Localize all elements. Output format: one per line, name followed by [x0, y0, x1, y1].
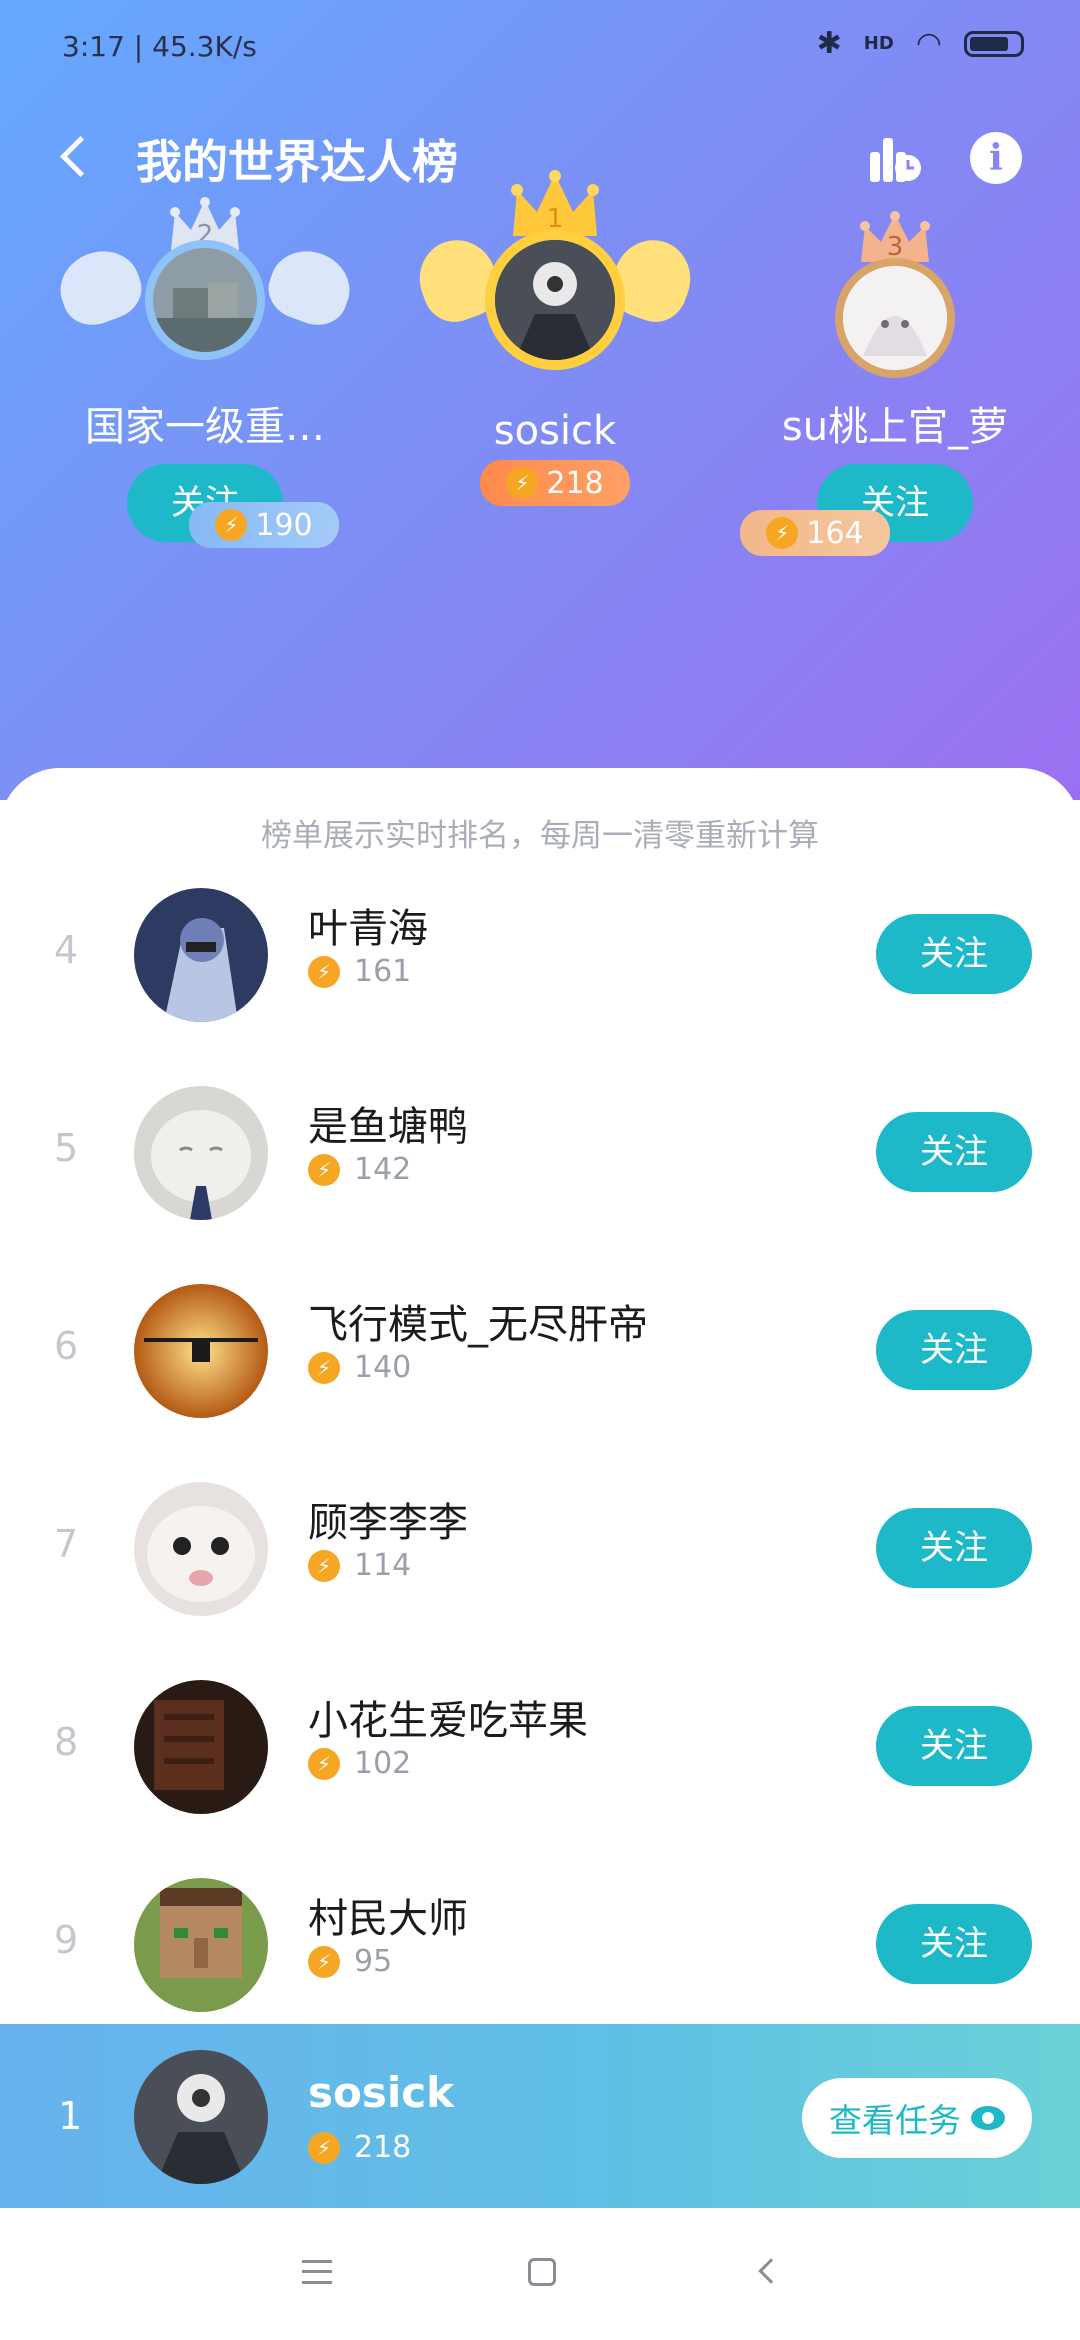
avatar[interactable]: [485, 230, 625, 370]
score: 161: [308, 954, 411, 989]
back-button[interactable]: [52, 132, 102, 182]
score: 102: [308, 1746, 411, 1781]
score-ribbon: 190: [189, 502, 339, 548]
avatar[interactable]: [134, 1284, 268, 1418]
score-ribbon: 218: [480, 460, 630, 506]
follow-button[interactable]: 关注: [876, 1904, 1032, 1984]
rank-number: 7: [54, 1522, 79, 1566]
score: 218: [546, 465, 604, 501]
ranking-notice: 榜单展示实时排名，每周一清零重新计算: [261, 818, 819, 854]
status-bar: 3:17 | 45.3K/s ✱ HD ◠: [0, 0, 1080, 96]
list-item[interactable]: 5 是鱼塘鸭 142 关注: [0, 1056, 1080, 1254]
rank-number: 9: [54, 1918, 79, 1962]
home-icon[interactable]: [528, 2258, 556, 2286]
podium-rank-2: 2 190 国家一级重… 关注: [50, 190, 360, 548]
status-left: 3:17 | 45.3K/s: [62, 30, 257, 63]
list-item[interactable]: 4 叶青海 161 关注: [0, 858, 1080, 1056]
page-title: 我的世界达人榜: [136, 135, 458, 189]
energy-icon: [308, 955, 340, 988]
username: 村民大师: [308, 1896, 468, 1942]
score: 140: [308, 1350, 411, 1385]
podium-rank-3: 3 164 su桃上官_萝 关注: [740, 200, 1040, 556]
view-tasks-button[interactable]: 查看任务: [802, 2078, 1032, 2158]
list-item[interactable]: 9 村民大师 95 关注: [0, 1848, 1080, 2046]
energy-icon: [215, 509, 248, 541]
avatar[interactable]: [134, 1482, 268, 1616]
list-item[interactable]: 7 顾李李李 114 关注: [0, 1452, 1080, 1650]
rank-number: 8: [54, 1720, 79, 1764]
battery-icon: [964, 31, 1024, 57]
wifi-icon: ◠: [915, 26, 942, 61]
username: 国家一级重…: [85, 404, 325, 450]
energy-icon: [308, 2131, 340, 2164]
my-score: 218: [308, 2130, 411, 2165]
rank-number: 6: [54, 1324, 79, 1368]
score-ribbon: 164: [740, 510, 890, 556]
list-item[interactable]: 6 飞行模式_无尽肝帝 140 关注: [0, 1254, 1080, 1452]
system-nav-bar: [0, 2208, 1080, 2340]
list-item[interactable]: 8 小花生爱吃苹果 102 关注: [0, 1650, 1080, 1848]
my-rank-bar: 1 sosick 218 查看任务: [0, 2024, 1080, 2208]
score: 190: [255, 507, 313, 543]
energy-icon: [308, 1945, 340, 1978]
network-speed: 45.3K/s: [152, 30, 257, 63]
avatar[interactable]: [134, 1680, 268, 1814]
menu-icon[interactable]: [302, 2260, 332, 2284]
rank-number: 4: [54, 928, 79, 972]
ranking-history-icon[interactable]: [866, 130, 924, 188]
avatar[interactable]: [134, 1878, 268, 2012]
follow-button[interactable]: 关注: [876, 1112, 1032, 1192]
view-tasks-label: 查看任务: [829, 2101, 961, 2140]
score: 95: [308, 1944, 392, 1979]
back-icon[interactable]: [758, 2258, 784, 2284]
status-icons: ✱ HD ◠: [817, 26, 1024, 62]
username: 飞行模式_无尽肝帝: [308, 1302, 648, 1348]
my-avatar[interactable]: [134, 2050, 268, 2184]
energy-icon: [766, 517, 799, 549]
avatar[interactable]: [145, 240, 265, 360]
ranking-sheet: 榜单展示实时排名，每周一清零重新计算 4 叶青海 161 关注 5 是鱼塘鸭 1…: [0, 768, 1080, 2208]
avatar[interactable]: [134, 1086, 268, 1220]
my-rank-number: 1: [58, 2094, 83, 2138]
username: sosick: [493, 408, 617, 454]
score: 164: [806, 515, 864, 551]
energy-icon: [308, 1747, 340, 1780]
username: 是鱼塘鸭: [308, 1104, 468, 1150]
eye-icon: [971, 2106, 1005, 2130]
follow-button[interactable]: 关注: [876, 1508, 1032, 1588]
signal-icon: HD: [863, 33, 894, 54]
avatar[interactable]: [835, 258, 955, 378]
status-time: 3:17: [62, 30, 125, 63]
follow-button[interactable]: 关注: [876, 1706, 1032, 1786]
energy-icon: [308, 1153, 340, 1186]
energy-icon: [308, 1351, 340, 1384]
info-icon[interactable]: i: [970, 132, 1022, 184]
energy-icon: [308, 1549, 340, 1582]
follow-button[interactable]: 关注: [876, 1310, 1032, 1390]
follow-button[interactable]: 关注: [876, 914, 1032, 994]
rank-number: 5: [54, 1126, 79, 1170]
my-username: sosick: [308, 2068, 455, 2117]
bluetooth-icon: ✱: [816, 26, 842, 61]
username: 小花生爱吃苹果: [308, 1698, 588, 1744]
energy-icon: [506, 467, 539, 499]
score: 142: [308, 1152, 411, 1187]
score: 114: [308, 1548, 411, 1583]
username: 顾李李李: [308, 1500, 468, 1546]
avatar[interactable]: [134, 888, 268, 1022]
podium-rank-1: 1 218 sosick: [408, 170, 702, 506]
username: 叶青海: [308, 906, 428, 952]
username: su桃上官_萝: [781, 404, 1009, 450]
